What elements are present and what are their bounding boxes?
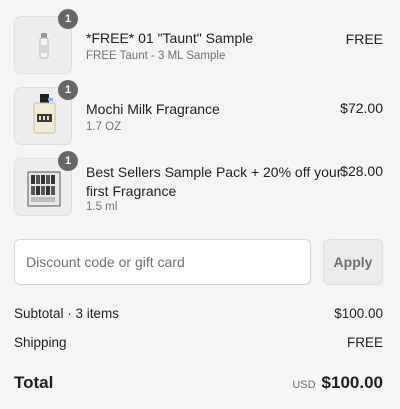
discount-code-input[interactable] bbox=[14, 239, 311, 285]
item-variant: FREE Taunt - 3 ML Sample bbox=[86, 50, 226, 62]
subtotal-value: $100.00 bbox=[334, 306, 383, 321]
product-thumbnail: 1 bbox=[14, 151, 78, 216]
total-amount: $100.00 bbox=[321, 373, 383, 392]
item-name: *FREE* 01 "Taunt" Sample bbox=[86, 30, 254, 46]
quantity-badge: 1 bbox=[58, 9, 78, 29]
total-label: Total bbox=[14, 373, 54, 392]
shipping-value: FREE bbox=[346, 335, 383, 350]
quantity-badge: 1 bbox=[58, 151, 78, 171]
item-name: Best Sellers Sample Pack + 20% off your … bbox=[86, 163, 341, 201]
shipping-row: Shipping FREE bbox=[14, 335, 383, 350]
item-name: Mochi Milk Fragrance bbox=[86, 101, 220, 117]
total-row: Total USD $100.00 bbox=[14, 373, 383, 393]
item-price: $72.00 bbox=[340, 100, 383, 116]
item-price: $28.00 bbox=[340, 163, 383, 179]
shipping-label: Shipping bbox=[14, 335, 67, 350]
total-price: USD $100.00 bbox=[292, 373, 383, 393]
apply-discount-button[interactable]: Apply bbox=[323, 239, 383, 285]
item-variant: 1.5 ml bbox=[86, 201, 118, 213]
subtotal-label: Subtotal · 3 items bbox=[14, 306, 120, 321]
item-variant: 1.7 OZ bbox=[86, 121, 122, 133]
product-thumbnail: 1 bbox=[14, 80, 78, 145]
line-item: 1 Best Sellers Sample Pack + 20% off you… bbox=[0, 151, 400, 218]
line-item: 1 *FREE* 01 "Taunt" Sample FREE Taunt - … bbox=[0, 9, 400, 76]
currency-code: USD bbox=[292, 379, 316, 391]
product-thumbnail: 1 bbox=[14, 9, 78, 74]
quantity-badge: 1 bbox=[58, 80, 78, 100]
line-item: 1 Mochi Milk Fragrance 1.7 OZ $72.00 bbox=[0, 80, 400, 147]
item-name-line: Best Sellers Sample Pack + 20% off your bbox=[86, 164, 342, 180]
subtotal-row: Subtotal · 3 items $100.00 bbox=[14, 306, 383, 321]
item-price: FREE bbox=[345, 31, 383, 47]
item-name-line: first Fragrance bbox=[86, 183, 177, 199]
